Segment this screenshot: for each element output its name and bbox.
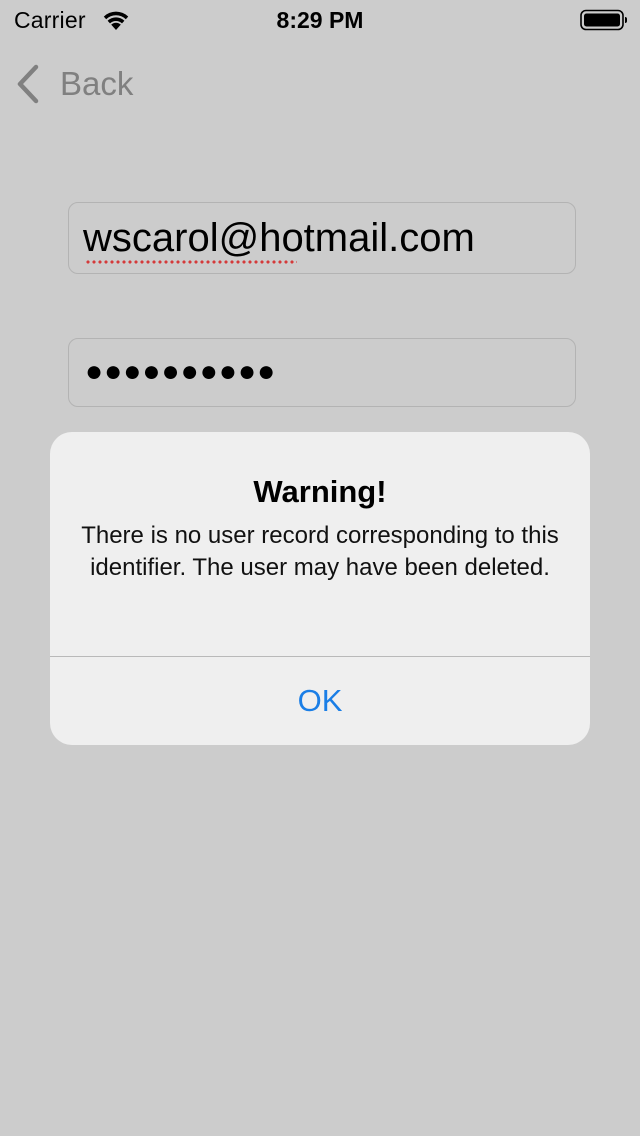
battery-icon [580, 9, 627, 31]
password-value: ●●●●●●●●●● [85, 355, 277, 388]
chevron-left-icon [17, 64, 39, 104]
email-value: wscarol@hotmail.com [83, 216, 475, 260]
warning-alert: Warning! There is no user record corresp… [50, 432, 590, 745]
password-field[interactable]: ●●●●●●●●●● [68, 338, 576, 407]
alert-title: Warning! [253, 474, 387, 509]
email-field[interactable]: wscarol@hotmail.com [68, 202, 576, 274]
back-button[interactable]: Back [14, 60, 133, 108]
ok-button[interactable]: OK [50, 657, 590, 745]
alert-message: There is no user record corresponding to… [81, 522, 559, 581]
status-time: 8:29 PM [276, 7, 364, 33]
back-label: Back [60, 65, 134, 102]
spellcheck-underline [85, 260, 297, 264]
status-bar: Carrier 8:29 PM [0, 0, 640, 40]
